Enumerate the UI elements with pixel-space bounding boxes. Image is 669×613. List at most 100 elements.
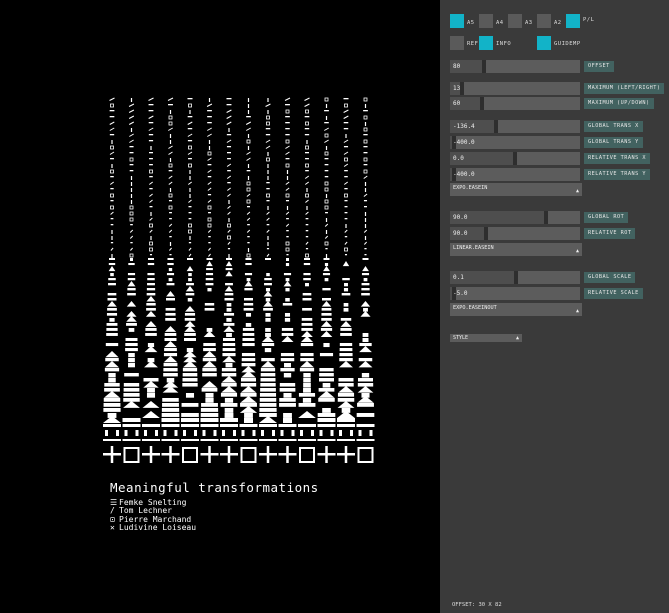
block-shape (103, 403, 121, 407)
block-shape (161, 424, 180, 427)
glyph-stroke (129, 211, 134, 216)
glyph-stroke (266, 200, 270, 202)
glyph-stroke (207, 205, 212, 210)
glyph-stroke (130, 224, 133, 226)
global-rot-slider[interactable]: 90.0 (450, 211, 580, 224)
glyph-stroke (227, 170, 231, 172)
toggle-portrait-landscape[interactable] (566, 14, 580, 28)
glyph-stroke (285, 211, 290, 215)
block-shape (344, 283, 348, 287)
block-shape (182, 373, 198, 377)
toggle-guidemp[interactable] (537, 36, 551, 50)
block-shape (205, 273, 214, 276)
maximum-up-down-slider[interactable]: 60 (450, 97, 580, 110)
rot-easing-dropdown[interactable]: linear.easeIn ▲ (450, 243, 582, 256)
block-shape (202, 351, 217, 358)
block-shape (226, 308, 232, 312)
block-shape (361, 288, 370, 291)
block-shape (323, 343, 330, 348)
global-trans-y-value: -400.0 (453, 139, 475, 146)
block-shape (261, 361, 275, 368)
glyph-stroke (324, 235, 329, 239)
glyph-stroke (207, 217, 212, 222)
glyph-stroke (343, 115, 349, 119)
glyph-stroke (110, 247, 114, 251)
block-shape (317, 439, 336, 441)
block-shape (144, 346, 158, 353)
block-shape (300, 358, 314, 362)
block-shape (303, 388, 311, 393)
relative-scale-slider[interactable]: -5.0 (450, 287, 580, 300)
glyph-stroke (150, 236, 152, 240)
block-shape (361, 373, 370, 378)
toggle-a4[interactable] (479, 14, 493, 28)
trans-easing-dropdown[interactable]: expo.easeIn ▲ (450, 183, 582, 196)
global-scale-slider[interactable]: 0.1 (450, 271, 580, 284)
glyph-stroke (149, 158, 153, 160)
toggle-a2[interactable] (537, 14, 551, 28)
block-shape (146, 303, 156, 306)
block-shape (144, 361, 158, 368)
global-trans-y-slider[interactable]: -400.0 (450, 136, 580, 149)
glyph-box (123, 447, 140, 463)
glyph-stroke (208, 253, 211, 257)
block-shape (206, 261, 213, 267)
glyph-stroke (364, 236, 367, 240)
block-shape (339, 348, 353, 352)
block-shape (360, 301, 371, 307)
glyph-stroke (363, 169, 368, 174)
toggle-a3[interactable] (508, 14, 522, 28)
block-shape (206, 268, 213, 271)
glyph-stroke (128, 121, 135, 125)
glyph-stroke (364, 224, 367, 228)
glyph-stroke (364, 218, 367, 222)
global-scale-value: 0.1 (453, 274, 464, 281)
glyph-stroke (110, 193, 114, 198)
glyph-stroke (227, 235, 231, 240)
block-shape (203, 343, 216, 347)
toggle-info[interactable] (479, 36, 493, 50)
block-shape (244, 281, 253, 287)
block-shape (317, 424, 336, 427)
relative-trans-x-slider[interactable]: 0.0 (450, 152, 580, 165)
glyph-stroke (168, 181, 173, 185)
glyph-stroke (247, 206, 250, 208)
toggle-ref[interactable] (450, 36, 464, 50)
glyph-stroke (284, 97, 291, 101)
scale-easing-dropdown[interactable]: expo.easeInOut ▲ (450, 303, 582, 316)
glyph-stroke (286, 176, 289, 180)
block-shape (142, 424, 160, 427)
block-shape (301, 328, 313, 331)
glyph-stroke (306, 206, 308, 210)
block-shape (359, 343, 372, 347)
relative-rot-label: relative rot (584, 228, 636, 239)
toggle-a5[interactable] (450, 14, 464, 28)
block-shape (264, 283, 272, 286)
glyph-stroke (110, 211, 114, 215)
glyph-plus (227, 446, 231, 463)
block-shape (340, 321, 352, 327)
block-shape (252, 430, 256, 436)
offset-slider[interactable]: 80 (450, 60, 580, 73)
glyph-stroke (129, 253, 134, 258)
block-shape (206, 258, 213, 260)
global-trans-x-slider[interactable]: -136.4 (450, 120, 580, 133)
glyph-stroke (343, 122, 349, 124)
block-shape (147, 388, 155, 393)
block-shape (181, 439, 199, 441)
glyph-stroke (246, 116, 251, 118)
relative-trans-y-slider[interactable]: -400.0 (450, 168, 580, 181)
block-shape (182, 383, 198, 387)
glyph-stroke (189, 194, 191, 198)
glyph-stroke (344, 188, 348, 190)
glyph-stroke (148, 110, 154, 112)
glyph-stroke (364, 182, 367, 186)
block-shape (298, 439, 316, 441)
block-shape (161, 418, 180, 422)
relative-rot-slider[interactable]: 90.0 (450, 227, 580, 240)
style-dropdown[interactable]: style ▲ (450, 334, 522, 342)
block-shape (186, 283, 194, 286)
maximum-left-right-slider[interactable]: 13 (450, 82, 580, 95)
block-shape (245, 313, 252, 317)
block-shape (184, 321, 196, 327)
